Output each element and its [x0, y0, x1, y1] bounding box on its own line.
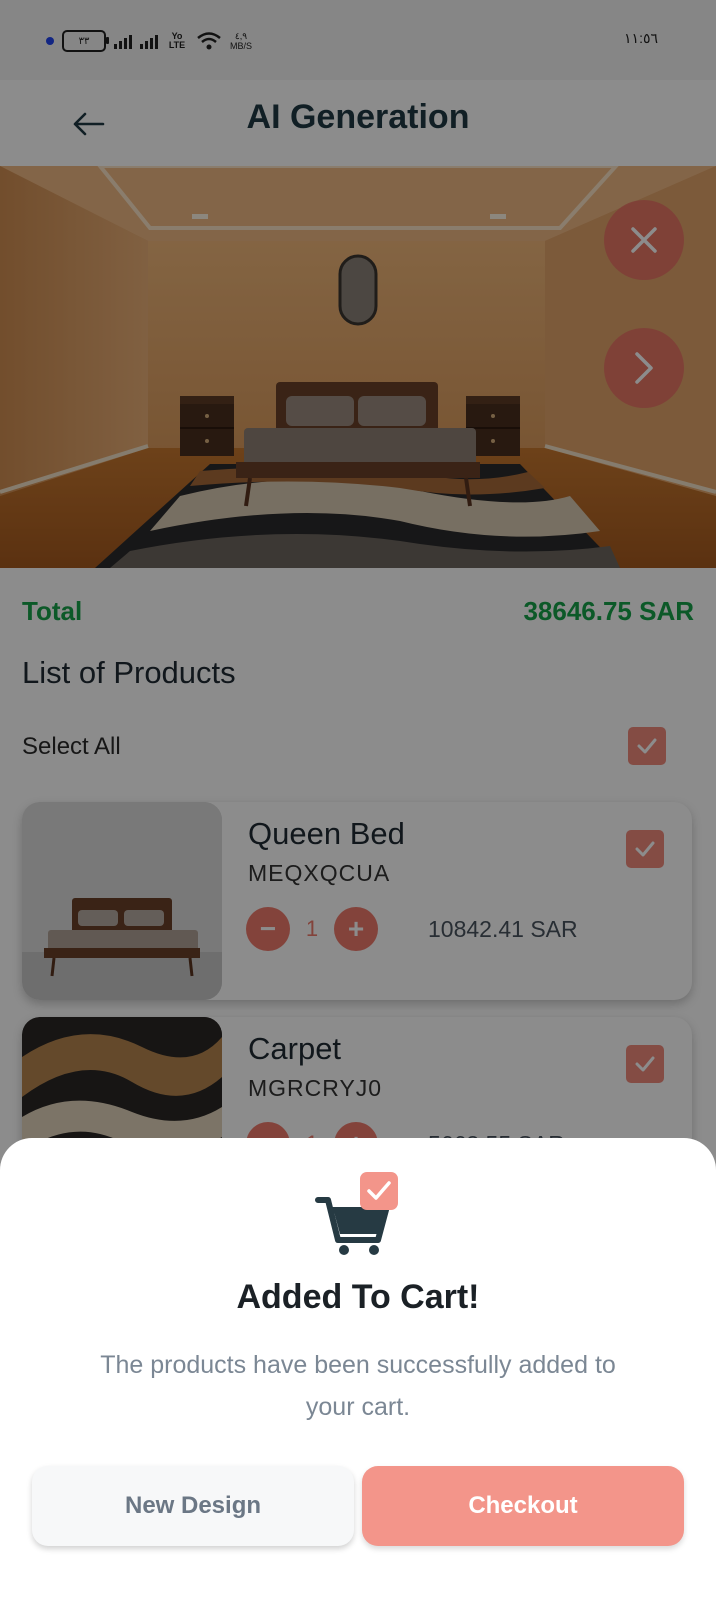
cart-check-icon	[310, 1168, 400, 1258]
new-design-button[interactable]: New Design	[32, 1466, 354, 1546]
checkout-button[interactable]: Checkout	[362, 1466, 684, 1546]
dialog-message: The products have been successfully adde…	[100, 1351, 616, 1421]
dialog-title: Added To Cart!	[236, 1278, 480, 1316]
added-to-cart-sheet: Added To Cart! The products have been su…	[0, 1138, 716, 1600]
app-screen: ٣٣ Yo LTE ٤,٩ MB/S ١١:٥٦ AI Generation T…	[0, 0, 716, 1600]
